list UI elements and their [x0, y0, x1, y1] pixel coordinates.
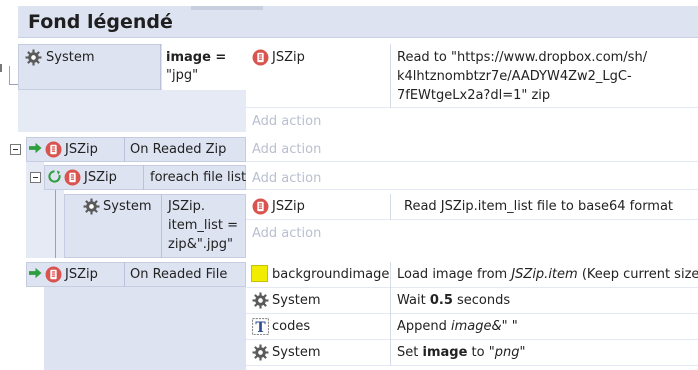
event5-action3-text: Append image&" ": [397, 318, 518, 335]
event4-condition-line3: zip&".jpg": [168, 237, 234, 252]
event3-condition-object: JSZip: [84, 170, 117, 185]
event4-action-object: JSZip: [272, 199, 305, 214]
subevent-indent: [44, 190, 64, 258]
event4-action-text: Read JSZip.item_list file to base64 form…: [404, 199, 674, 214]
event4-add-action[interactable]: Add action: [252, 226, 321, 241]
event5-action4-text-bold: image: [422, 345, 468, 360]
jszip-icon: [45, 141, 62, 158]
event1-action-line1: Read to "https://www.dropbox.com/sh/: [397, 50, 648, 65]
group-title: Fond légendé: [28, 11, 173, 33]
separator: [143, 165, 144, 190]
event5-action1-text-pre: Load image from: [397, 267, 512, 282]
separator: [124, 262, 125, 287]
gear-icon: [83, 198, 100, 215]
event5-action2-object: System: [272, 293, 321, 308]
tree-line: [9, 66, 10, 84]
event5-action1-text-post: (Keep current size): [577, 267, 698, 282]
action-separator: [390, 288, 391, 314]
action-separator: [390, 262, 391, 288]
tree-stub: [0, 64, 2, 72]
collapse-toggle[interactable]: [10, 144, 21, 155]
header-strip: [191, 6, 263, 10]
event5-action3-text-pre: Append: [397, 319, 452, 334]
event1-condition-spacer: [18, 90, 246, 132]
gear-icon: [252, 344, 269, 361]
event5-action4-text-ital: "png": [488, 345, 526, 360]
event5-action4-object: System: [272, 345, 321, 360]
jszip-icon: [252, 198, 269, 215]
tree-line: [55, 190, 56, 258]
event4-condition-line1: JSZip.: [168, 199, 205, 214]
event5-action2-text: Wait 0.5 seconds: [397, 292, 510, 309]
separator: [161, 194, 162, 258]
event1-action-line3: 7fEWtgeLx2a?dl=1" zip: [397, 88, 551, 103]
event1-param-value: "jpg": [166, 68, 199, 83]
separator: [124, 137, 125, 162]
text-object-icon: [252, 318, 269, 335]
event1-param-label: image =: [166, 50, 227, 65]
jszip-icon: [64, 169, 81, 186]
event1-add-action[interactable]: Add action: [252, 114, 321, 129]
event5-action3-text-ital: image&" ": [451, 319, 518, 334]
event5-action1-text: Load image from JSZip.item (Keep current…: [397, 266, 698, 283]
event5-condition-spacer: [44, 287, 246, 370]
gear-icon: [25, 49, 42, 66]
event2-condition-object: JSZip: [65, 142, 98, 157]
event3-action-area: [246, 165, 698, 190]
event2-action-area: [246, 137, 698, 162]
event4-condition-object: System: [103, 199, 152, 214]
event3-condition-label: foreach file list: [150, 170, 247, 185]
gear-icon: [252, 292, 269, 309]
action-separator: [390, 194, 391, 220]
separator: [160, 44, 161, 90]
event5-action4-text: Set image to "png": [397, 344, 525, 361]
action-separator: [390, 340, 391, 366]
event5-condition-label: On Readed File: [130, 267, 228, 282]
event4-condition-line2: item_list =: [168, 218, 238, 233]
event5-condition-object: JSZip: [65, 267, 98, 282]
event5-action1-object: backgroundimage: [272, 267, 390, 282]
event5-action2-text-pre: Wait: [397, 293, 430, 308]
loop-icon: [48, 170, 61, 183]
jszip-icon: [45, 266, 62, 283]
tree-line: [9, 84, 18, 85]
action-separator: [390, 44, 391, 108]
event5-action4-text-mid: to: [467, 345, 489, 360]
group-header[interactable]: Fond légendé: [18, 6, 698, 38]
event5-action2-text-bold: 0.5: [429, 293, 453, 308]
event5-action4-text-pre: Set: [397, 345, 423, 360]
event5-action2-text-post: seconds: [452, 293, 511, 308]
action-separator: [390, 314, 391, 340]
trigger-arrow-icon: [29, 267, 42, 279]
sprite-icon: [251, 265, 268, 282]
event1-action-line2: k4lhtznombtzr7e/AADYW4Zw2_LgC-: [397, 69, 632, 84]
jszip-icon: [252, 49, 269, 66]
event1-condition-object: System: [46, 50, 95, 65]
event1-action-object: JSZip: [272, 50, 305, 65]
event2-condition-label: On Readed Zip: [130, 142, 227, 157]
event5-action3-object: codes: [272, 319, 311, 334]
collapse-toggle[interactable]: [30, 172, 41, 183]
trigger-arrow-icon: [29, 142, 42, 154]
event5-action1-text-ital: JSZip.item: [511, 267, 578, 282]
